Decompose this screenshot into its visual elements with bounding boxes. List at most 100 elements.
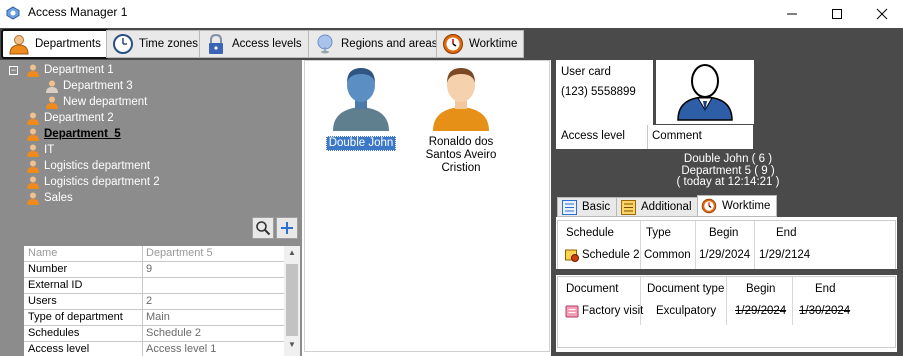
maximize-button[interactable]	[814, 0, 860, 27]
tab-basic[interactable]: Basic	[557, 197, 618, 217]
search-button[interactable]	[252, 217, 274, 239]
user-card-box: User card (123) 5558899	[556, 60, 653, 126]
employee-card[interactable]: Double John	[311, 65, 411, 151]
tab-label: Regions and areas	[341, 38, 438, 50]
scroll-up-arrow-icon[interactable]: ▲	[284, 248, 300, 262]
property-value: 2	[146, 295, 153, 307]
app-logo-icon	[6, 6, 20, 20]
column-header-begin[interactable]: Begin	[746, 283, 775, 295]
user-card-label: User card	[561, 66, 611, 78]
schedule-table: Schedule Type Begin End Schedule 2 Commo…	[557, 220, 896, 270]
employee-info-text: Double John ( 6 ) Department 5 ( 9 ) ( t…	[556, 153, 900, 189]
tree-item-label: Department_5	[44, 128, 121, 140]
close-button[interactable]	[859, 0, 903, 27]
property-value: Access level 1	[146, 343, 217, 355]
tab-time-zones[interactable]: Time zones	[106, 30, 206, 58]
list-yellow-icon	[620, 199, 636, 215]
schedule-icon	[565, 249, 579, 262]
document-begin: 1/29/2024	[735, 305, 787, 317]
scroll-down-arrow-icon[interactable]: ▼	[284, 340, 300, 354]
property-value: Department 5	[146, 247, 213, 259]
blue-person-avatar	[333, 68, 389, 131]
tree-item-label: Sales	[44, 192, 73, 204]
property-row-schedules[interactable]: Schedules Schedule 2	[24, 326, 286, 342]
tree-item-label: Logistics department 2	[44, 176, 160, 188]
tree-item-department-1[interactable]: Department 1	[26, 62, 114, 78]
tab-departments[interactable]: Departments	[1, 29, 109, 59]
tree-item-it[interactable]: IT	[26, 142, 54, 158]
worktime-clock-icon	[441, 32, 465, 56]
property-name: Type of department	[28, 311, 123, 323]
employee-name: Double John	[325, 136, 397, 151]
user-card-value: (123) 5558899	[561, 86, 636, 98]
employee-name: Ronaldo dos Santos Aveiro Cristion	[425, 136, 497, 174]
column-header-begin[interactable]: Begin	[709, 227, 738, 239]
tab-label: Time zones	[139, 38, 199, 50]
department-person-icon	[27, 128, 39, 141]
column-header-end[interactable]: End	[815, 283, 835, 295]
property-row-users[interactable]: Users 2	[24, 294, 286, 310]
person-silhouette-icon	[677, 64, 733, 121]
property-row-type-of-department[interactable]: Type of department Main	[24, 310, 286, 326]
tree-item-label: Department 1	[44, 64, 114, 76]
column-header-type[interactable]: Type	[646, 227, 671, 239]
property-name: Users	[28, 295, 57, 307]
tree-item-logistics-department-2[interactable]: Logistics department 2	[26, 174, 160, 190]
scroll-thumb[interactable]	[286, 264, 298, 336]
column-header-document[interactable]: Document	[566, 283, 618, 295]
tree-item-department-5[interactable]: Department_5	[26, 126, 121, 142]
column-header-end[interactable]: End	[776, 227, 796, 239]
tree-item-label: IT	[44, 144, 55, 156]
property-name: External ID	[28, 279, 83, 291]
tab-worktime-details[interactable]: Worktime	[697, 195, 778, 217]
tree-item-label: Department 3	[63, 80, 133, 92]
access-level-table: Access level Comment	[556, 125, 753, 149]
magnifier-icon	[256, 221, 271, 236]
padlock-icon	[204, 32, 228, 56]
department-person-icon	[7, 32, 31, 56]
properties-scrollbar[interactable]: ▲ ▼	[284, 246, 300, 356]
column-header-document-type[interactable]: Document type	[647, 283, 724, 295]
department-person-icon	[46, 96, 58, 109]
comment-header: Comment	[652, 130, 702, 142]
tree-item-new-department[interactable]: New department	[45, 94, 147, 110]
property-row-external-id[interactable]: External ID	[24, 278, 286, 294]
tree-collapse-toggle[interactable]: −	[9, 66, 18, 75]
property-row-name[interactable]: Name Department 5	[24, 246, 286, 262]
department-person-icon	[27, 112, 39, 125]
tab-additional[interactable]: Additional	[616, 197, 699, 217]
tab-access-levels[interactable]: Access levels	[199, 30, 309, 58]
title-bar: Access Manager 1	[0, 0, 903, 27]
property-name: Name	[28, 247, 58, 259]
document-name: Factory visit	[582, 305, 644, 317]
tab-worktime[interactable]: Worktime	[436, 30, 525, 58]
clock-icon	[111, 32, 135, 56]
property-row-access-level[interactable]: Access level Access level 1	[24, 342, 286, 356]
employees-panel: Double John Ronaldo dos Santos Aveiro Cr…	[304, 60, 550, 352]
tab-label: Access levels	[232, 38, 302, 50]
orange-person-avatar	[433, 68, 489, 131]
property-row-number[interactable]: Number 9	[24, 262, 286, 278]
property-name: Number	[28, 263, 68, 275]
tree-item-sales[interactable]: Sales	[26, 190, 73, 206]
property-value: Schedule 2	[146, 327, 202, 339]
tab-regions-and-areas[interactable]: Regions and areas	[308, 30, 445, 58]
document-end: 1/30/2024	[799, 305, 851, 317]
add-button[interactable]	[276, 217, 298, 239]
document-icon	[565, 305, 579, 318]
minimize-icon	[787, 13, 797, 14]
column-header-schedule[interactable]: Schedule	[566, 227, 614, 239]
employee-name-id: Double John ( 6 )	[683, 153, 773, 165]
table-splitter[interactable]	[556, 269, 897, 275]
close-icon	[876, 8, 888, 19]
employee-card[interactable]: Ronaldo dos Santos Aveiro Cristion	[409, 65, 513, 175]
property-value: Main	[146, 311, 170, 323]
property-value: 9	[146, 263, 153, 275]
plus-icon	[281, 222, 293, 234]
tree-item-logistics-department[interactable]: Logistics department	[26, 158, 150, 174]
tree-item-department-3[interactable]: Department 3	[45, 78, 133, 94]
tree-item-department-2[interactable]: Department 2	[26, 110, 114, 126]
minimize-button[interactable]	[769, 0, 815, 27]
schedule-type: Common	[644, 249, 691, 261]
document-table: Document Document type Begin End Factory…	[557, 276, 896, 348]
